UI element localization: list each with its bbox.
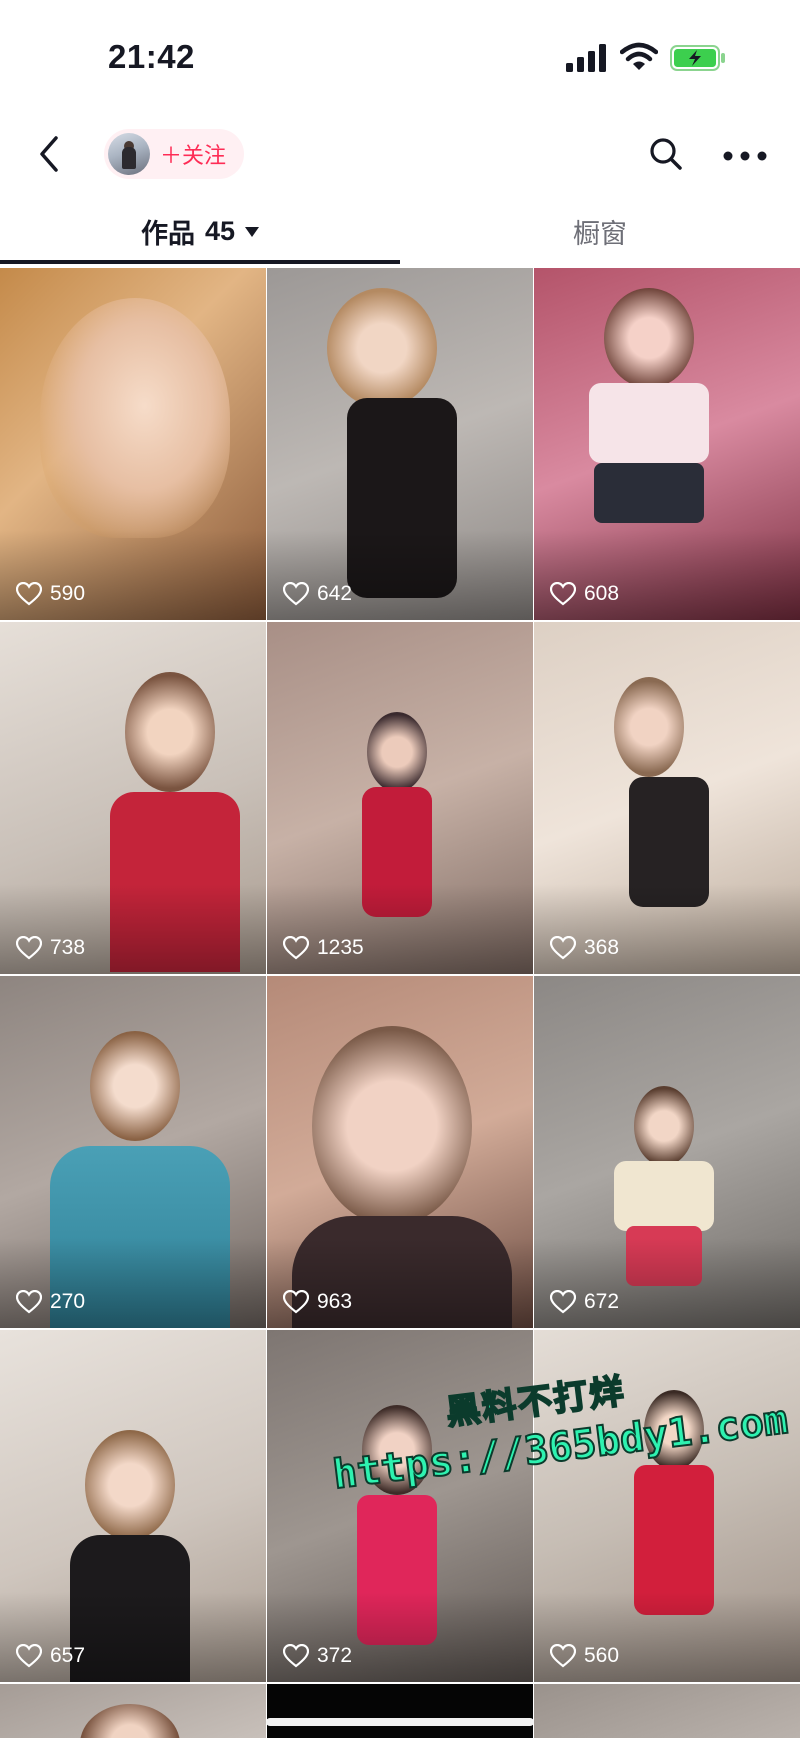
like-count-value: 1235 — [317, 936, 364, 959]
heart-icon — [283, 582, 309, 606]
status-time: 21:42 — [108, 38, 195, 75]
like-count: 560 — [550, 1644, 619, 1668]
like-count: 642 — [283, 582, 352, 606]
status-bar: 21:42 — [0, 0, 800, 110]
tab-works-count: 45 — [204, 215, 236, 246]
video-thumbnail[interactable]: 590 — [0, 268, 266, 620]
home-indicator — [266, 1718, 534, 1726]
more-icon[interactable] — [722, 150, 768, 162]
like-count: 738 — [16, 936, 85, 960]
video-thumbnail[interactable] — [267, 1684, 533, 1738]
video-thumbnail[interactable]: 608 — [534, 268, 800, 620]
tab-indicator — [0, 260, 400, 264]
heart-icon — [16, 1290, 42, 1314]
heart-icon — [16, 582, 42, 606]
caret-down-icon[interactable] — [245, 227, 260, 237]
signal-icon — [566, 44, 606, 72]
tab-works[interactable]: 作品 45 — [0, 196, 400, 266]
follow-label: ＋关注 — [160, 143, 227, 168]
battery-icon — [670, 45, 725, 71]
video-thumbnail[interactable]: 963 — [267, 976, 533, 1328]
video-thumbnail[interactable]: 560 — [534, 1330, 800, 1682]
video-thumbnail[interactable]: 738 — [0, 622, 266, 974]
video-thumbnail[interactable]: 372 — [267, 1330, 533, 1682]
heart-icon — [283, 1290, 309, 1314]
like-count-value: 672 — [584, 1290, 620, 1313]
like-count-value: 657 — [50, 1644, 86, 1667]
heart-icon — [550, 1290, 576, 1314]
follow-button[interactable]: ＋关注 — [104, 129, 245, 179]
like-count-value: 590 — [50, 582, 86, 605]
back-icon[interactable] — [34, 132, 64, 176]
video-thumbnail[interactable] — [534, 1684, 800, 1738]
heart-icon — [16, 936, 42, 960]
video-grid: 590 642 608 738 1235 368 270 963 672 657… — [0, 268, 800, 1738]
profile-tabs: 作品 45 橱窗 — [0, 196, 800, 266]
video-thumbnail[interactable]: 270 — [0, 976, 266, 1328]
video-thumbnail[interactable]: 642 — [267, 268, 533, 620]
heart-icon — [283, 936, 309, 960]
video-thumbnail[interactable]: 657 — [0, 1330, 266, 1682]
like-count: 368 — [550, 936, 619, 960]
wifi-icon — [620, 42, 658, 70]
heart-icon — [16, 1644, 42, 1668]
like-count-value: 642 — [317, 582, 353, 605]
like-count: 672 — [550, 1290, 619, 1314]
heart-icon — [550, 582, 576, 606]
tab-works-label: 作品 — [140, 218, 195, 249]
like-count: 608 — [550, 582, 619, 606]
like-count-value: 270 — [50, 1290, 86, 1313]
search-icon[interactable] — [648, 136, 684, 172]
video-thumbnail[interactable] — [0, 1684, 266, 1738]
like-count: 372 — [283, 1644, 352, 1668]
heart-icon — [550, 936, 576, 960]
heart-icon — [283, 1644, 309, 1668]
top-nav: ＋关注 — [0, 112, 800, 196]
like-count-value: 560 — [584, 1644, 620, 1667]
like-count-value: 963 — [317, 1290, 353, 1313]
heart-icon — [550, 1644, 576, 1668]
like-count-value: 738 — [50, 936, 86, 959]
like-count: 963 — [283, 1290, 352, 1314]
video-thumbnail[interactable]: 368 — [534, 622, 800, 974]
like-count-value: 608 — [584, 582, 620, 605]
like-count: 1235 — [283, 936, 364, 960]
video-thumbnail[interactable]: 672 — [534, 976, 800, 1328]
like-count: 590 — [16, 582, 85, 606]
like-count: 657 — [16, 1644, 85, 1668]
tab-window-label: 橱窗 — [573, 218, 627, 249]
like-count-value: 372 — [317, 1644, 353, 1667]
avatar — [108, 133, 150, 175]
like-count: 270 — [16, 1290, 85, 1314]
video-thumbnail[interactable]: 1235 — [267, 622, 533, 974]
like-count-value: 368 — [584, 936, 620, 959]
tab-window[interactable]: 橱窗 — [400, 196, 800, 266]
